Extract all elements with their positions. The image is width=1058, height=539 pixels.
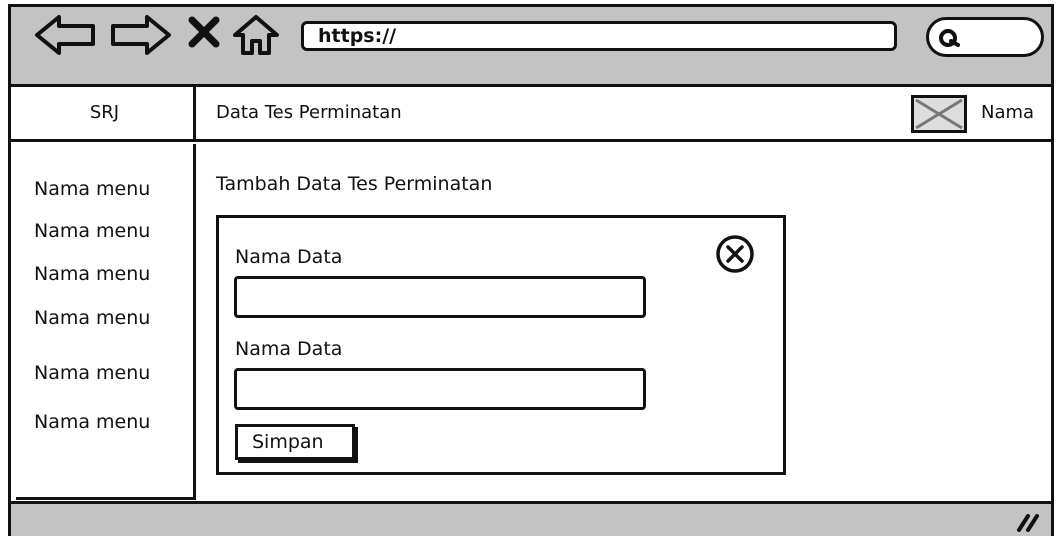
sidebar-item[interactable]: Nama menu — [34, 178, 150, 200]
forward-arrow-icon[interactable] — [107, 13, 173, 61]
resize-grip-icon[interactable] — [1015, 512, 1041, 538]
url-bar[interactable]: https:// — [301, 21, 897, 51]
sidebar-item[interactable]: Nama menu — [34, 307, 150, 329]
field-label: Nama Data — [235, 338, 343, 360]
app-header: SRJ Data Tes Perminatan Nama — [11, 87, 1051, 142]
brand-logo[interactable]: SRJ — [16, 87, 196, 142]
search-icon — [937, 26, 963, 56]
save-button[interactable]: Simpan — [235, 424, 355, 460]
name-data-field-2[interactable] — [234, 368, 646, 410]
browser-window: https:// SRJ Data Tes Perminatan Nama Na… — [8, 4, 1054, 536]
add-data-modal: Nama Data Nama Data Simpan — [216, 215, 786, 475]
page-title: Tambah Data Tes Perminatan — [216, 173, 493, 195]
status-bar — [11, 501, 1051, 536]
sidebar-item[interactable]: Nama menu — [34, 263, 150, 285]
back-arrow-icon[interactable] — [33, 13, 99, 61]
image-placeholder-icon — [915, 98, 963, 130]
url-text: https:// — [318, 25, 397, 47]
avatar[interactable] — [911, 95, 967, 133]
field-label: Nama Data — [235, 246, 343, 268]
sidebar-item[interactable]: Nama menu — [34, 362, 150, 384]
browser-search-box[interactable] — [926, 17, 1044, 57]
user-name[interactable]: Nama — [981, 87, 1034, 139]
sidebar-item[interactable]: Nama menu — [34, 411, 150, 433]
close-modal-icon[interactable] — [713, 232, 757, 280]
sidebar: Nama menu Nama menu Nama menu Nama menu … — [16, 144, 196, 500]
page-header-title: Data Tes Perminatan — [216, 102, 402, 123]
close-x-icon[interactable] — [187, 15, 221, 53]
name-data-field-1[interactable] — [234, 276, 646, 318]
home-icon[interactable] — [231, 13, 281, 61]
browser-toolbar: https:// — [11, 7, 1051, 87]
sidebar-item[interactable]: Nama menu — [34, 220, 150, 242]
